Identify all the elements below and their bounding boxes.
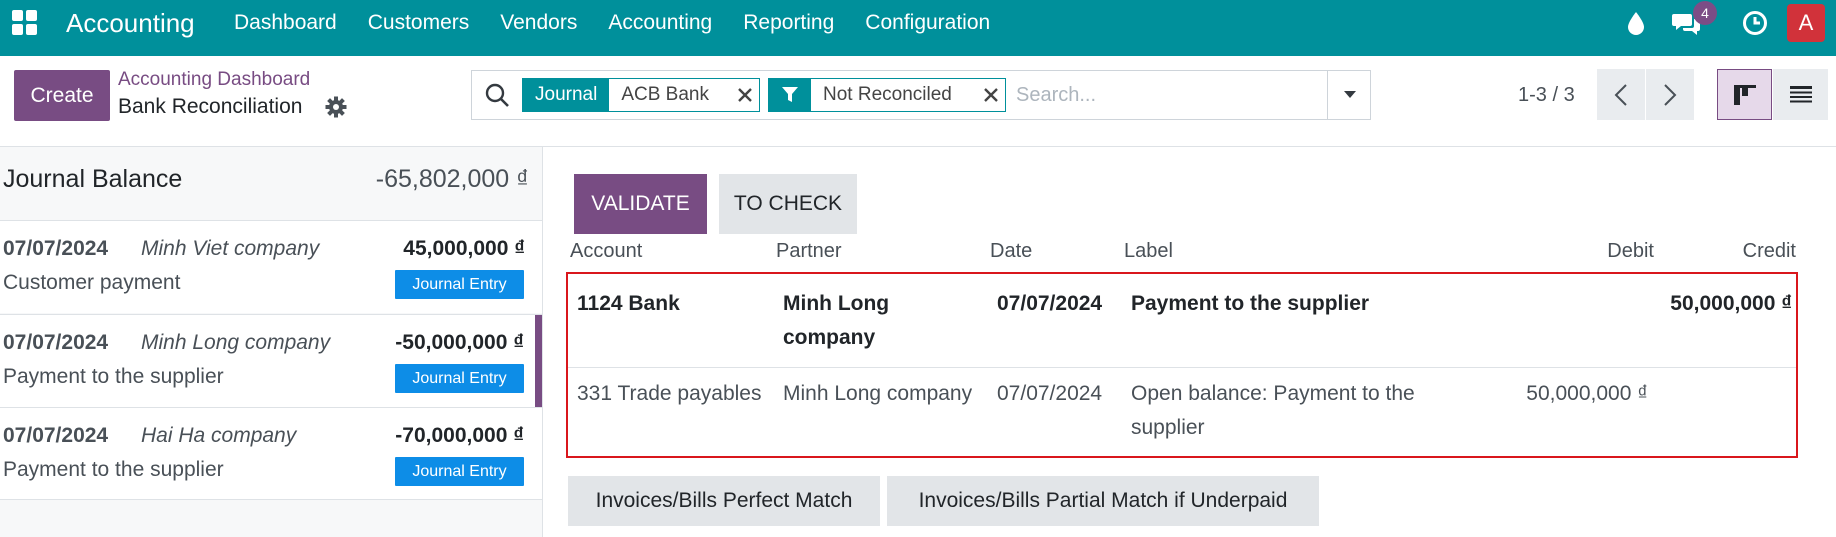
menu-item-configuration[interactable]: Configuration bbox=[865, 0, 990, 46]
gear-icon[interactable] bbox=[325, 96, 347, 118]
search-options-toggle[interactable] bbox=[1327, 71, 1371, 119]
search-facet-filter: Not Reconciled bbox=[768, 78, 1006, 112]
statement-line-card[interactable]: 07/07/2024 Minh Viet company 45,000,000 … bbox=[0, 220, 542, 313]
app-title[interactable]: Accounting bbox=[66, 8, 195, 38]
search-bar: Journal ACB Bank Not Reconciled bbox=[471, 70, 1371, 120]
menu-item-reporting[interactable]: Reporting bbox=[743, 0, 834, 46]
menu-item-customers[interactable]: Customers bbox=[368, 0, 470, 46]
menu-item-accounting[interactable]: Accounting bbox=[608, 0, 712, 46]
create-button[interactable]: Create bbox=[14, 70, 110, 121]
pager-previous-button[interactable] bbox=[1597, 69, 1645, 120]
facet-value: ACB Bank bbox=[609, 79, 731, 111]
list-icon bbox=[1789, 85, 1812, 102]
user-avatar[interactable]: A bbox=[1787, 4, 1825, 42]
search-input[interactable] bbox=[1016, 79, 1296, 111]
line-amount: -70,000,000 ₫ bbox=[395, 424, 524, 447]
menu-item-dashboard[interactable]: Dashboard bbox=[234, 0, 337, 46]
pager-next-button[interactable] bbox=[1646, 69, 1694, 120]
kanban-view-button[interactable] bbox=[1717, 69, 1772, 120]
column-header-partner: Partner bbox=[776, 240, 842, 262]
apps-menu-icon[interactable] bbox=[12, 10, 37, 35]
chevron-right-icon bbox=[1664, 83, 1677, 106]
statement-line-card-selected[interactable]: 07/07/2024 Minh Long company -50,000,000… bbox=[0, 314, 542, 408]
facet-label: Journal bbox=[523, 79, 610, 111]
caret-down-icon bbox=[1343, 91, 1356, 98]
line-date: 07/07/2024 bbox=[3, 331, 109, 354]
clock-icon[interactable] bbox=[1740, 8, 1770, 38]
facet-value: Not Reconciled bbox=[811, 79, 977, 111]
kanban-icon bbox=[1733, 84, 1756, 105]
statement-line-card[interactable]: 07/07/2024 Hai Ha company -70,000,000 ₫ … bbox=[0, 407, 542, 500]
reconciliation-lines-highlight: 1124 Bank Minh Long company 07/07/2024 P… bbox=[566, 272, 1798, 458]
line-partner: Minh Long company bbox=[141, 331, 331, 354]
menu-item-vendors[interactable]: Vendors bbox=[500, 0, 577, 46]
table-row[interactable]: 1124 Bank Minh Long company 07/07/2024 P… bbox=[568, 274, 1796, 368]
line-reference: Payment to the supplier bbox=[3, 458, 224, 481]
entry-date: 07/07/2024 bbox=[997, 382, 1103, 405]
table-row[interactable]: 331 Trade payables Minh Long company 07/… bbox=[568, 368, 1796, 456]
close-icon[interactable] bbox=[977, 79, 1005, 111]
to-check-button[interactable]: TO CHECK bbox=[719, 174, 857, 234]
column-header-label: Label bbox=[1124, 240, 1173, 262]
top-navbar: Accounting Dashboard Customers Vendors A… bbox=[0, 0, 1836, 56]
drop-icon[interactable] bbox=[1625, 8, 1647, 38]
breadcrumb-parent-link[interactable]: Accounting Dashboard bbox=[118, 68, 310, 92]
entry-partner: Minh Long company bbox=[783, 292, 890, 349]
entry-debit: 50,000,000 ₫ bbox=[1526, 382, 1648, 405]
entry-account: 1124 Bank bbox=[577, 292, 680, 315]
main-menu: Dashboard Customers Vendors Accounting R… bbox=[234, 0, 1021, 46]
line-reference: Customer payment bbox=[3, 271, 181, 294]
chat-count-badge: 4 bbox=[1693, 1, 1717, 25]
column-header-credit: Credit bbox=[1742, 240, 1796, 262]
list-view-button[interactable] bbox=[1773, 69, 1828, 120]
journal-entry-badge[interactable]: Journal Entry bbox=[395, 270, 524, 299]
breadcrumb-current: Bank Reconciliation bbox=[118, 95, 303, 118]
journal-entry-badge[interactable]: Journal Entry bbox=[395, 364, 524, 393]
selected-indicator bbox=[535, 315, 542, 408]
line-date: 07/07/2024 bbox=[3, 424, 109, 447]
line-amount: -50,000,000 ₫ bbox=[395, 331, 524, 354]
entry-credit: 50,000,000 ₫ bbox=[1670, 292, 1792, 315]
line-amount: 45,000,000 ₫ bbox=[403, 237, 525, 260]
journal-balance-value: -65,802,000 ₫ bbox=[375, 165, 529, 193]
filter-icon bbox=[769, 79, 811, 111]
journal-entry-badge[interactable]: Journal Entry bbox=[395, 457, 524, 486]
validate-button[interactable]: VALIDATE bbox=[574, 174, 707, 234]
search-icon[interactable] bbox=[484, 82, 510, 108]
line-date: 07/07/2024 bbox=[3, 237, 109, 260]
line-partner: Minh Viet company bbox=[141, 237, 320, 260]
line-reference: Payment to the supplier bbox=[3, 365, 224, 388]
journal-balance-label: Journal Balance bbox=[3, 165, 183, 193]
entry-label: Open balance: Payment to the supplier bbox=[1131, 382, 1415, 439]
entry-partner: Minh Long company bbox=[783, 382, 973, 405]
chevron-left-icon bbox=[1614, 83, 1627, 106]
entry-account: 331 Trade payables bbox=[577, 382, 762, 405]
entry-label: Payment to the supplier bbox=[1131, 292, 1370, 315]
line-partner: Hai Ha company bbox=[141, 424, 297, 447]
column-header-date: Date bbox=[990, 240, 1033, 262]
close-icon[interactable] bbox=[731, 79, 759, 111]
statement-lines-panel: Journal Balance -65,802,000 ₫ 07/07/2024… bbox=[0, 147, 543, 537]
search-facet-journal: Journal ACB Bank bbox=[522, 78, 760, 112]
entry-date: 07/07/2024 bbox=[997, 292, 1103, 315]
reconcile-model-perfect-match-button[interactable]: Invoices/Bills Perfect Match bbox=[568, 476, 880, 526]
reconcile-model-partial-match-button[interactable]: Invoices/Bills Partial Match if Underpai… bbox=[887, 476, 1319, 526]
column-header-account: Account bbox=[570, 240, 643, 262]
pager-value[interactable]: 1-3 / 3 bbox=[1518, 82, 1575, 108]
column-header-debit: Debit bbox=[1607, 240, 1654, 262]
